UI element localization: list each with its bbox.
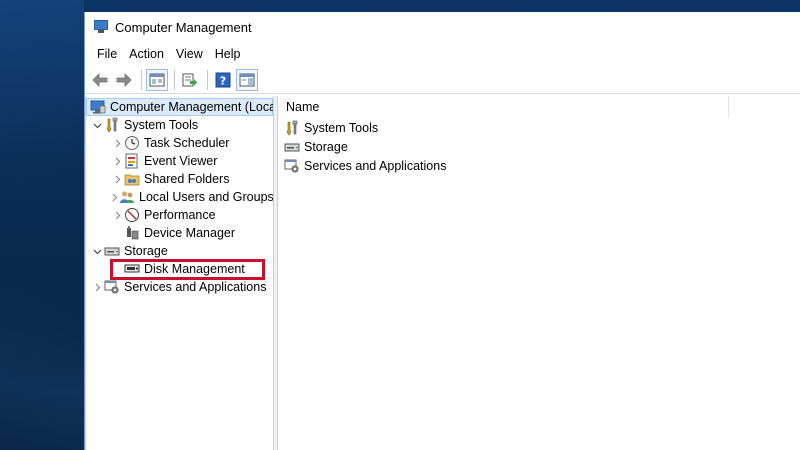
tree-label: Performance (144, 208, 216, 222)
column-separator[interactable] (728, 96, 729, 118)
tree-item-storage[interactable]: Storage (86, 242, 273, 260)
chevron-right-icon[interactable] (110, 136, 124, 150)
list-item-label: Storage (304, 139, 348, 154)
chevron-right-icon[interactable] (90, 280, 104, 294)
tree-item-device-manager[interactable]: Device Manager (86, 224, 273, 242)
column-header-name[interactable]: Name (278, 96, 800, 118)
tree-item-system-tools[interactable]: System Tools (86, 116, 273, 134)
storage-icon (284, 139, 300, 155)
svg-text:?: ? (220, 74, 226, 87)
tree-item-shared-folders[interactable]: Shared Folders (86, 170, 273, 188)
toolbar: ? (85, 66, 800, 94)
console-tree: Computer Management (Local System Tools (85, 96, 274, 450)
chevron-right-icon[interactable] (110, 190, 119, 204)
tree-item-task-scheduler[interactable]: Task Scheduler (86, 134, 273, 152)
menu-view[interactable]: View (170, 47, 209, 61)
services-icon (104, 279, 120, 295)
list-item[interactable]: Services and Applications (278, 156, 800, 175)
chevron-right-icon[interactable] (110, 208, 124, 222)
show-hide-action-pane-button[interactable] (236, 68, 258, 91)
tree-label: Event Viewer (144, 154, 218, 168)
tree-item-computer-management[interactable]: Computer Management (Local (86, 98, 273, 116)
chevron-down-icon[interactable] (90, 244, 104, 258)
tree-label: Storage (124, 244, 168, 258)
computer-management-window: Computer Management File Action View Hel… (84, 12, 800, 450)
title-bar[interactable]: Computer Management (85, 12, 800, 42)
disk-management-highlight (110, 259, 265, 280)
back-arrow-icon (92, 72, 108, 87)
chevron-down-icon[interactable] (90, 118, 104, 132)
tree-label: Local Users and Groups (139, 190, 274, 204)
action-pane-icon (239, 73, 255, 86)
list-item[interactable]: System Tools (278, 118, 800, 137)
menu-help[interactable]: Help (209, 47, 247, 61)
clock-icon (124, 135, 140, 151)
forward-button[interactable] (113, 69, 135, 91)
device-manager-icon (124, 225, 140, 241)
computer-management-icon (93, 19, 109, 35)
help-icon: ? (215, 72, 231, 87)
tree-label: Device Manager (144, 226, 236, 240)
list-item[interactable]: Storage (278, 137, 800, 156)
window-title: Computer Management (115, 19, 252, 35)
tree-item-services-applications[interactable]: Services and Applications (86, 278, 273, 296)
back-button[interactable] (89, 69, 111, 91)
menu-action[interactable]: Action (123, 47, 170, 61)
toolbar-separator (174, 69, 175, 90)
storage-icon (104, 243, 120, 259)
shared-folder-icon (124, 171, 140, 187)
export-list-icon (182, 73, 197, 86)
tree-label: Shared Folders (144, 172, 230, 186)
list-item-label: System Tools (304, 120, 379, 135)
export-list-button[interactable] (179, 69, 201, 91)
show-hide-console-tree-button[interactable] (146, 68, 168, 91)
event-viewer-icon (124, 153, 140, 169)
toolbar-separator (207, 69, 208, 90)
tree-label: Computer Management (Local (110, 100, 274, 114)
list-item-label: Services and Applications (304, 158, 447, 173)
tree-label: Services and Applications (124, 280, 267, 294)
services-icon (284, 158, 300, 174)
tree-label: Task Scheduler (144, 136, 230, 150)
tree-label: System Tools (124, 118, 199, 132)
users-icon (119, 189, 135, 205)
tree-item-event-viewer[interactable]: Event Viewer (86, 152, 273, 170)
toolbar-separator (141, 69, 142, 90)
performance-icon (124, 207, 140, 223)
tree-item-performance[interactable]: Performance (86, 206, 273, 224)
tools-icon (104, 117, 120, 133)
console-tree-icon (149, 73, 165, 86)
tools-icon (284, 120, 300, 136)
menu-file[interactable]: File (91, 47, 123, 61)
chevron-right-icon[interactable] (110, 154, 124, 168)
help-button[interactable]: ? (212, 69, 234, 91)
forward-arrow-icon (116, 72, 132, 87)
main-content: Computer Management (Local System Tools (85, 96, 800, 450)
chevron-right-icon[interactable] (110, 172, 124, 186)
desktop-glow (0, 0, 84, 450)
menu-bar: File Action View Help (85, 42, 800, 66)
computer-management-icon (90, 99, 106, 115)
results-pane: Name System Tools Storage Services and A… (278, 96, 800, 450)
tree-item-local-users-groups[interactable]: Local Users and Groups (86, 188, 273, 206)
column-header-label: Name (286, 99, 320, 114)
